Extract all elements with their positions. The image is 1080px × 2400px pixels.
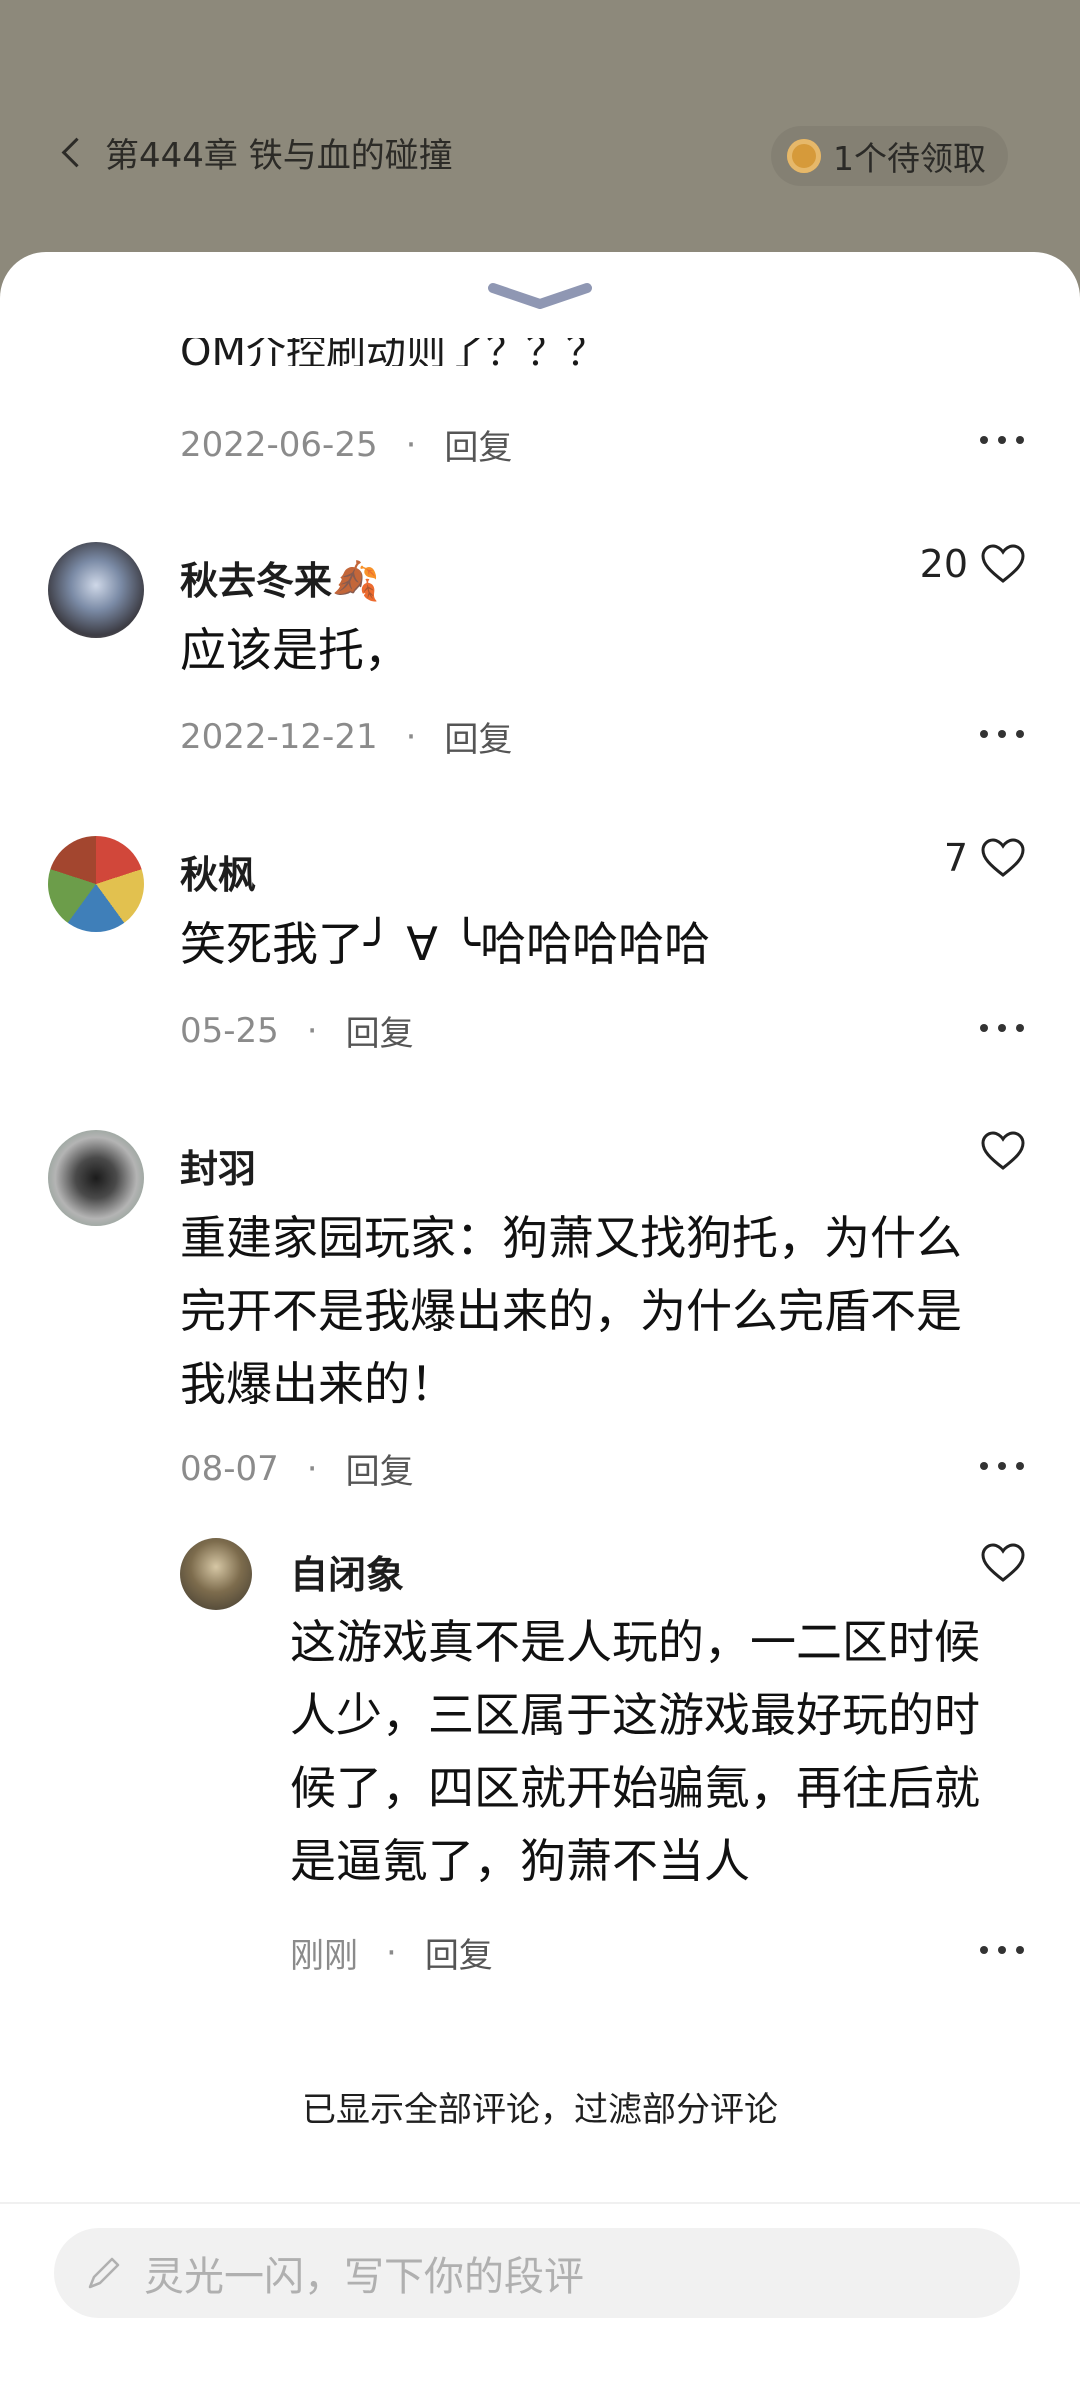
separator-dot: · [405,716,417,757]
partial-comment-text: OM介控刷动则了？？？ [180,338,606,366]
comment-text: 应该是托， [180,623,410,677]
like-button[interactable]: 7 [944,836,1026,880]
reply-like-button[interactable] [980,1542,1026,1584]
comment-text: 笑死我了╯ ∀ ╰哈哈哈哈哈 [180,917,711,971]
comment-meta: 05-25 · 回复 [180,1006,414,1055]
reply-meta: 刚刚 · 回复 [290,1928,493,1977]
avatar[interactable] [48,542,144,638]
like-count: 7 [943,836,968,880]
comment-date: 2022-12-21 [180,716,378,757]
separator-dot: · [306,1448,318,1489]
chapter-title: 第444章 铁与血的碰撞 [105,136,453,176]
more-icon[interactable] [980,436,1024,448]
reply-button[interactable]: 回复 [346,1444,414,1493]
comment-meta: 08-07 · 回复 [180,1444,414,1493]
pencil-icon [88,2257,120,2289]
more-icon[interactable] [980,1946,1024,1958]
comment-meta: 2022-06-25 · 回复 [180,420,512,469]
comment-text: 重建家园玩家：狗萧又找狗托，为什么完开不是我爆出来的，为什么完盾不是我爆出来的！ [180,1211,962,1411]
back-button[interactable]: 第444章 铁与血的碰撞 [61,128,453,177]
input-placeholder: 灵光一闪，写下你的段评 [144,2254,584,2300]
comment-username[interactable]: 秋去冬来🍂 [180,550,379,605]
heart-icon [981,1543,1025,1582]
comment-username[interactable]: 秋枫 [180,844,256,899]
like-count: 20 [919,542,968,586]
reply-button[interactable]: 回复 [444,420,512,469]
avatar[interactable] [48,1130,144,1226]
comment-username[interactable]: 封羽 [180,1138,256,1193]
comment-meta: 2022-12-21 · 回复 [180,712,512,761]
more-icon[interactable] [980,1462,1024,1474]
avatar[interactable] [48,836,144,932]
reply-button[interactable]: 回复 [425,1928,493,1977]
reply-text: 这游戏真不是人玩的，一二区时候人少，三区属于这游戏最好玩的时候了，四区就开始骗氪… [290,1615,980,1888]
more-icon[interactable] [980,1024,1024,1036]
divider [0,2202,1080,2204]
comment-date: 05-25 [180,1010,279,1051]
end-of-comments-note: 已显示全部评论，过滤部分评论 [302,2090,778,2130]
header: 第444章 铁与血的碰撞 1个待领取 [0,0,1080,250]
comment-sheet: OM介控刷动则了？？？ 2022-06-25 · 回复 秋去冬来🍂 20 应该是… [0,252,1080,2400]
more-icon[interactable] [980,730,1024,742]
heart-icon [981,838,1025,877]
chevron-left-icon [61,137,92,168]
separator-dot: · [306,1010,318,1051]
like-button[interactable]: 20 [920,542,1026,586]
comment-date: 08-07 [180,1448,279,1489]
claim-label: 1个待领取 [833,139,986,178]
heart-icon [981,544,1025,583]
reply-button[interactable]: 回复 [444,712,512,761]
reply-date: 刚刚 [290,1936,358,1976]
separator-dot: · [386,1932,397,1973]
comment-input[interactable]: 灵光一闪，写下你的段评 [54,2228,1020,2318]
reply-avatar[interactable] [180,1538,252,1610]
coin-icon [787,139,821,173]
separator-dot: · [405,424,417,465]
heart-icon [981,1131,1025,1170]
like-button[interactable] [980,1130,1026,1172]
claim-button[interactable]: 1个待领取 [771,126,1008,186]
reply-button[interactable]: 回复 [346,1006,414,1055]
comment-date: 2022-06-25 [180,424,378,465]
reply-username[interactable]: 自闭象 [290,1544,404,1599]
collapse-chevron-icon[interactable] [485,282,595,310]
